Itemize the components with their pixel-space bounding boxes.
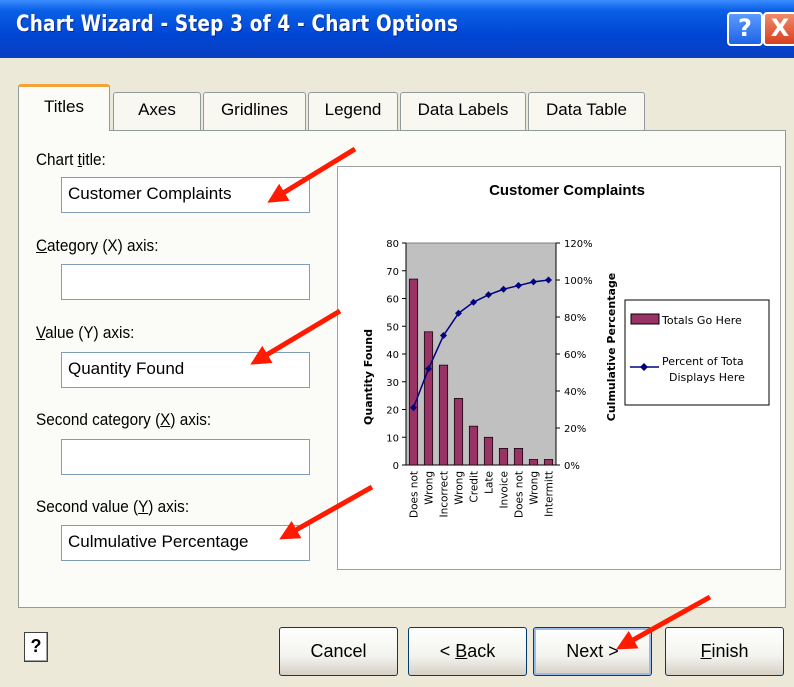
y2-axis-title: Culmulative Percentage: [605, 273, 618, 421]
bar: [408, 278, 419, 466]
y-tick-label: 0: [393, 461, 399, 472]
chart-title-input[interactable]: Customer Complaints: [61, 177, 310, 213]
bar: [483, 436, 494, 466]
y2-tick-label: 40%: [564, 387, 586, 398]
category-x-axis-input[interactable]: [61, 264, 310, 300]
second-category-x-axis-input[interactable]: [61, 439, 310, 475]
tab-label: Data Labels: [417, 100, 509, 119]
y-tick-label: 80: [386, 239, 399, 250]
y2-tick-label: 0%: [564, 461, 580, 472]
x-tick-label: Intermitt: [544, 471, 556, 517]
second-category-x-axis-label: Second category (X) axis:: [36, 410, 212, 429]
value-y-axis-input[interactable]: Quantity Found: [61, 352, 310, 388]
x-tick-label: Late: [484, 471, 496, 494]
bar: [513, 448, 524, 466]
bar: [423, 331, 434, 466]
bar: [438, 364, 449, 466]
chart-preview: Customer Complaints 0 10 20 30 40 50 60 70 80 0% 2…: [337, 166, 781, 570]
x-tick-label: Does not: [514, 471, 526, 518]
tab-legend[interactable]: Legend: [308, 92, 398, 130]
second-value-y-axis-input[interactable]: Culmulative Percentage: [61, 525, 310, 561]
bar: [453, 398, 464, 466]
second-value-y-axis-label: Second value (Y) axis:: [36, 497, 190, 516]
y-tick-label: 40: [386, 350, 399, 361]
y-tick-label: 10: [386, 433, 399, 444]
next-button[interactable]: Next >: [533, 627, 652, 676]
tab-titles[interactable]: Titles: [18, 84, 110, 131]
y-tick-label: 20: [386, 406, 399, 417]
bar: [543, 459, 554, 466]
question-icon: ?: [738, 14, 752, 42]
legend-bar-swatch: [630, 313, 660, 325]
y2-tick-label: 120%: [564, 239, 593, 250]
help-icon[interactable]: ?: [24, 632, 48, 662]
x-tick-label: Invoice: [499, 471, 511, 509]
value-y-axis-label: Value (Y) axis:: [36, 323, 135, 342]
x-tick-label: Does not: [409, 471, 421, 518]
title-bar: Chart Wizard - Step 3 of 4 - Chart Optio…: [0, 0, 794, 58]
tab-axes[interactable]: Axes: [113, 92, 201, 130]
y-axis-title: Quantity Found: [362, 329, 375, 425]
bar: [498, 448, 509, 466]
help-button[interactable]: ?: [727, 12, 763, 46]
tab-data-table[interactable]: Data Table: [528, 92, 645, 130]
x-tick-label: Wrong: [454, 471, 466, 505]
x-tick-label: Wrong: [529, 471, 541, 505]
tab-gridlines[interactable]: Gridlines: [203, 92, 306, 130]
tab-label: Axes: [138, 100, 176, 119]
tab-label: Gridlines: [220, 100, 289, 119]
y-tick-label: 60: [386, 295, 399, 306]
y2-tick-label: 60%: [564, 350, 586, 361]
cancel-button[interactable]: Cancel: [279, 627, 398, 676]
chart-svg: Customer Complaints 0 10 20 30 40 50 60 70 80 0% 2…: [362, 182, 770, 518]
x-tick-label: Incorrect: [439, 471, 451, 518]
category-x-axis-label: Category (X) axis:: [36, 236, 159, 255]
bar: [528, 459, 539, 466]
y-tick-label: 70: [386, 267, 399, 278]
finish-button[interactable]: Finish: [665, 627, 784, 676]
tab-data-labels[interactable]: Data Labels: [400, 92, 526, 130]
tab-label: Titles: [44, 97, 84, 116]
x-tick-label: Credit: [469, 471, 481, 503]
tab-label: Data Table: [546, 100, 627, 119]
close-icon: X: [770, 14, 790, 42]
y2-tick-label: 20%: [564, 424, 586, 435]
y-tick-label: 50: [386, 322, 399, 333]
x-tick-label: Wrong: [424, 471, 436, 505]
y-tick-label: 30: [386, 378, 399, 389]
close-button[interactable]: X: [763, 12, 794, 46]
back-button[interactable]: < Back: [408, 627, 527, 676]
y2-tick-label: 80%: [564, 313, 586, 324]
chart-title-label: Chart title:: [36, 150, 106, 169]
chart-legend: Totals Go Here Percent of Tota Displays H…: [624, 299, 770, 406]
tab-label: Legend: [324, 100, 382, 119]
legend-bar-label: Totals Go Here: [661, 314, 742, 327]
y2-tick-label: 100%: [564, 276, 593, 287]
chart-title: Customer Complaints: [489, 182, 645, 199]
bar: [468, 425, 479, 466]
window-title: Chart Wizard - Step 3 of 4 - Chart Optio…: [16, 12, 459, 37]
